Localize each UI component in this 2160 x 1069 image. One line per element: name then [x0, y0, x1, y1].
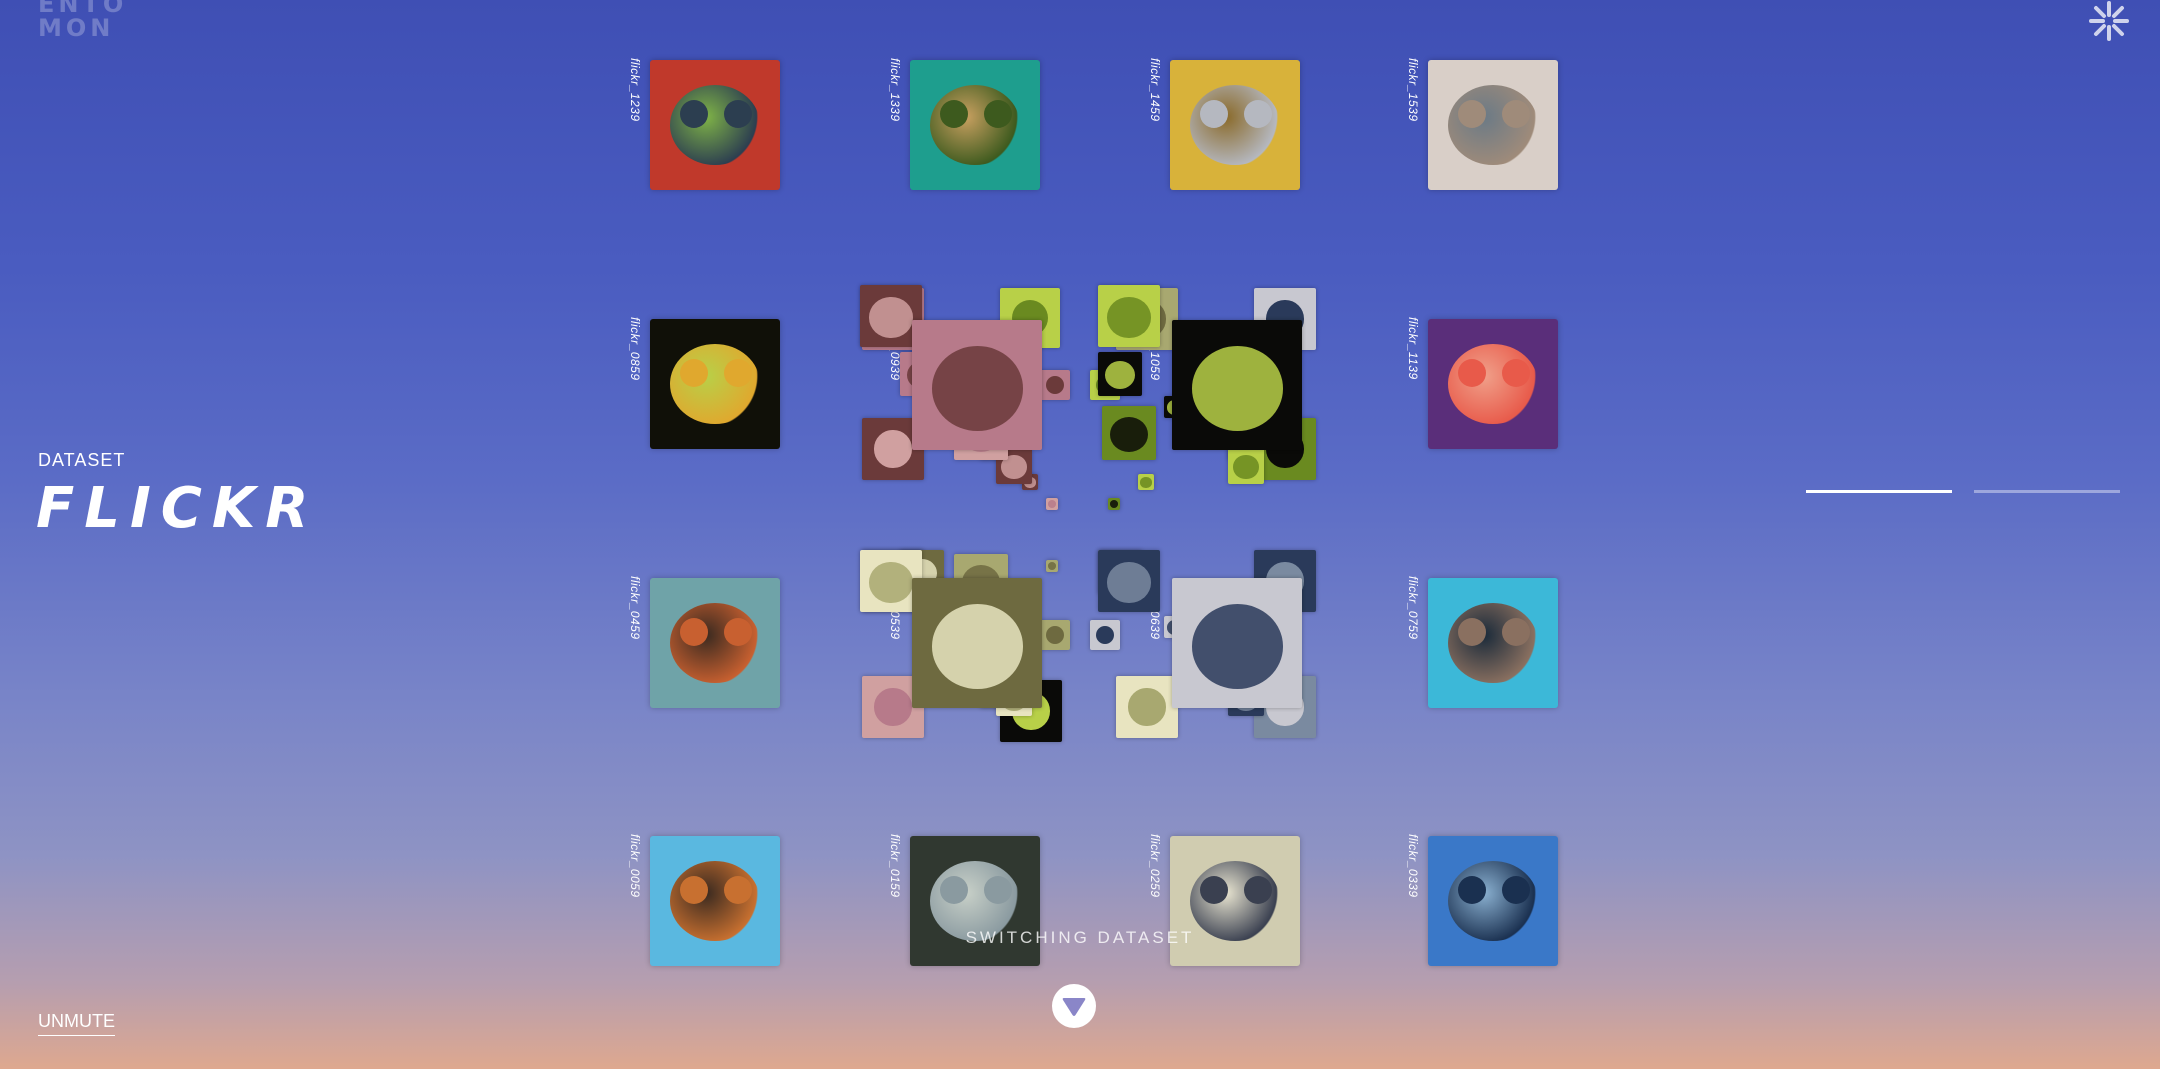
progress-fill-1 — [1806, 490, 1952, 493]
thumbnail-eye-shape — [1458, 876, 1486, 904]
cluster-thumbnail[interactable] — [1040, 370, 1070, 400]
unmute-button[interactable]: UNMUTE — [38, 1011, 115, 1036]
thumbnail[interactable] — [1428, 319, 1558, 449]
thumbnail-eye-shape — [1458, 359, 1486, 387]
cluster-image-shape — [1140, 477, 1152, 488]
cluster-image-shape — [1191, 346, 1283, 431]
thumbnail-label: flickr_0459 — [628, 576, 642, 640]
thumbnail-image-shape — [930, 85, 1020, 165]
thumbnail-eye-shape — [940, 100, 968, 128]
cluster-thumbnail[interactable] — [1046, 498, 1058, 510]
cluster-image-shape — [1046, 626, 1064, 644]
thumbnail-eye-shape — [1200, 876, 1228, 904]
thumbnail-eye-shape — [1200, 100, 1228, 128]
cluster-thumbnail[interactable] — [912, 320, 1042, 450]
cluster-image-shape — [1110, 416, 1148, 452]
thumbnail-eye-shape — [680, 618, 708, 646]
cluster-image-shape — [1107, 297, 1151, 338]
thumbnail-eye-shape — [680, 876, 708, 904]
cluster-image-shape — [1191, 604, 1283, 689]
thumbnail[interactable] — [1170, 60, 1300, 190]
cluster-image-shape — [1047, 562, 1057, 571]
thumbnail-image-shape — [670, 603, 760, 683]
cluster-image-shape — [874, 688, 912, 726]
thumbnail-image-shape — [670, 85, 760, 165]
cluster-thumbnail[interactable] — [1040, 620, 1070, 650]
cluster-thumbnail[interactable] — [1116, 676, 1178, 738]
thumbnail-label: flickr_0339 — [1406, 834, 1420, 898]
cluster-image-shape — [869, 562, 913, 603]
thumbnail-label: flickr_0159 — [888, 834, 902, 898]
cluster-image-shape — [931, 346, 1023, 431]
thumbnail-eye-shape — [680, 100, 708, 128]
cluster-thumbnail[interactable] — [1138, 474, 1154, 490]
entomon-logo[interactable]: ENTO MON — [38, 0, 138, 40]
cluster-thumbnail[interactable] — [1172, 320, 1302, 450]
cluster-thumbnail[interactable] — [1108, 498, 1120, 510]
thumbnail-eye-shape — [1458, 100, 1486, 128]
cluster-thumbnail[interactable] — [912, 578, 1042, 708]
dataset-name: FLICKR — [36, 476, 319, 541]
thumbnail-image-shape — [1448, 85, 1538, 165]
logo-line-2: MON — [38, 14, 115, 42]
thumbnail[interactable] — [1428, 60, 1558, 190]
cluster-image-shape — [1104, 360, 1136, 390]
thumbnail-image-shape — [1448, 344, 1538, 424]
thumbnail[interactable] — [650, 578, 780, 708]
cluster-thumbnail[interactable] — [1090, 620, 1120, 650]
cluster-thumbnail[interactable] — [1228, 448, 1264, 484]
thumbnail[interactable] — [910, 60, 1040, 190]
thumbnail-image-shape — [670, 344, 760, 424]
thumbnail-label: flickr_0859 — [628, 317, 642, 381]
cluster-image-shape — [1233, 455, 1259, 479]
cluster-thumbnail[interactable] — [1172, 578, 1302, 708]
triangle-down-icon — [1062, 998, 1086, 1016]
thumbnail-eye-shape — [940, 876, 968, 904]
thumbnail-label: flickr_1339 — [888, 58, 902, 122]
cluster-image-shape — [1109, 500, 1119, 509]
thumbnail-label: flickr_0759 — [1406, 576, 1420, 640]
thumbnail-label: flickr_1239 — [628, 58, 642, 122]
progress-bar-2[interactable] — [1974, 490, 2120, 493]
cluster-thumbnail[interactable] — [1098, 352, 1142, 396]
asterisk-icon[interactable] — [2088, 0, 2130, 42]
thumbnail-label: flickr_1139 — [1406, 317, 1420, 380]
thumbnail-eye-shape — [680, 359, 708, 387]
progress-bar-1[interactable] — [1806, 490, 1952, 493]
thumbnail-image-shape — [1448, 603, 1538, 683]
thumbnail-label: flickr_0059 — [628, 834, 642, 898]
cluster-image-shape — [931, 604, 1023, 689]
cluster-image-shape — [1096, 626, 1114, 644]
dataset-progress — [1806, 490, 2122, 493]
thumbnail-eye-shape — [1458, 618, 1486, 646]
thumbnail[interactable] — [1428, 578, 1558, 708]
cluster-image-shape — [869, 297, 913, 338]
cluster-thumbnail[interactable] — [1046, 560, 1058, 572]
cluster-thumbnail[interactable] — [1098, 550, 1160, 612]
thumbnail[interactable] — [650, 319, 780, 449]
scroll-down-button[interactable] — [1052, 984, 1096, 1028]
dataset-label: DATASET — [38, 450, 126, 470]
cluster-thumbnail[interactable] — [1102, 406, 1156, 460]
thumbnail-label: flickr_1539 — [1406, 58, 1420, 122]
thumbnail-image-shape — [1190, 85, 1280, 165]
cluster-image-shape — [1047, 500, 1057, 509]
cluster-image-shape — [1046, 376, 1064, 394]
cluster-image-shape — [1107, 562, 1151, 603]
switching-dataset-text: SWITCHING DATASET — [965, 928, 1195, 947]
cluster-image-shape — [1128, 688, 1166, 726]
thumbnail-label: flickr_0259 — [1148, 834, 1162, 898]
cluster-thumbnail[interactable] — [1098, 285, 1160, 347]
thumbnail-label: flickr_1459 — [1148, 58, 1162, 122]
thumbnail[interactable] — [650, 60, 780, 190]
cluster-image-shape — [874, 430, 912, 468]
